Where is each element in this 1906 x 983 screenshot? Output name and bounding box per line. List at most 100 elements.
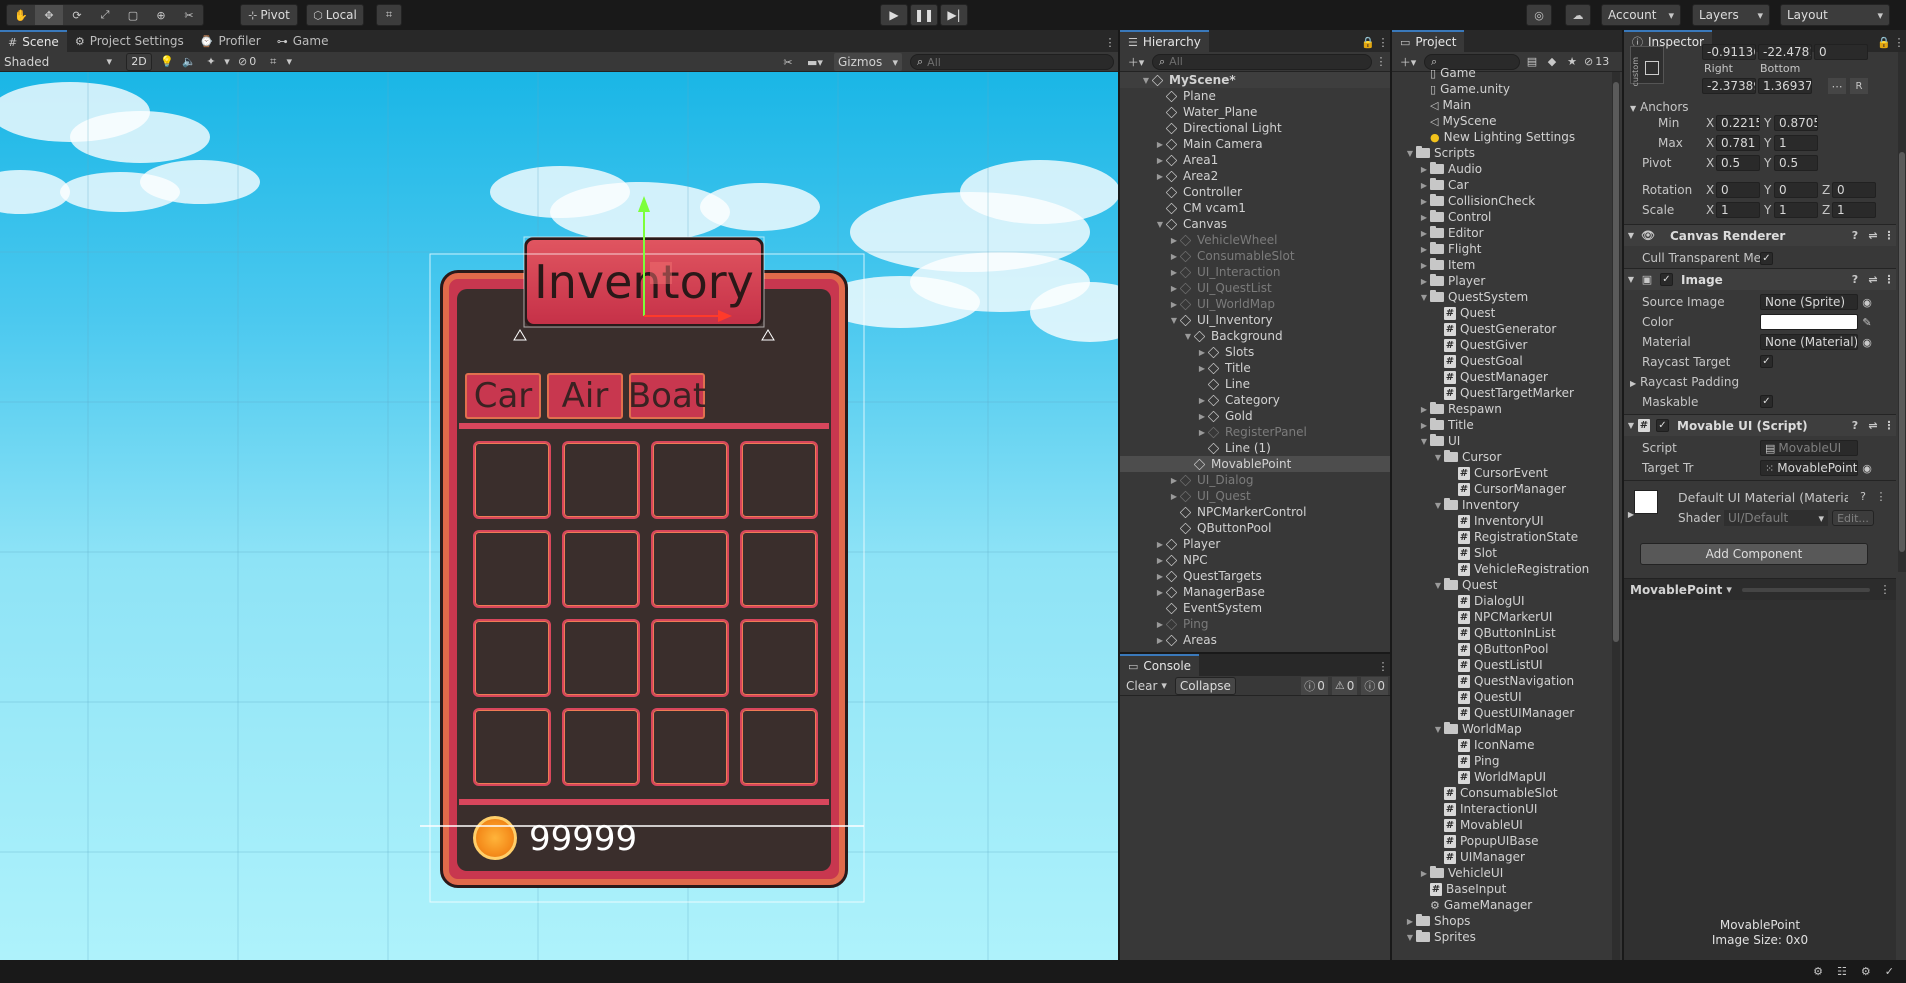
help-icon[interactable]: ?: [1846, 229, 1864, 242]
chevron-right-icon[interactable]: ▶: [1418, 229, 1430, 238]
inventory-slot[interactable]: [740, 708, 818, 786]
anchors-label[interactable]: ▼ Anchors: [1630, 100, 1689, 114]
project-item[interactable]: # IconName: [1392, 737, 1614, 753]
project-item[interactable]: # QuestTargetMarker: [1392, 385, 1614, 401]
eyedropper-icon[interactable]: ✎: [1860, 314, 1874, 330]
chevron-right-icon[interactable]: ▶: [1418, 277, 1430, 286]
camera-icon[interactable]: ▬▾: [802, 53, 828, 71]
inventory-slot[interactable]: [473, 619, 551, 697]
project-item[interactable]: # NPCMarkerUI: [1392, 609, 1614, 625]
project-scrollbar-thumb[interactable]: [1613, 82, 1619, 642]
inventory-slot[interactable]: [740, 530, 818, 608]
chevron-down-icon[interactable]: ▼: [1418, 293, 1430, 302]
gizmos-dropdown[interactable]: Gizmos ▾: [834, 53, 902, 71]
audio-icon[interactable]: 🔈: [178, 53, 200, 71]
pivot-y-field[interactable]: 0.5: [1774, 155, 1818, 171]
project-item[interactable]: # QButtonPool: [1392, 641, 1614, 657]
hierarchy-item[interactable]: ▶ UI_Quest: [1120, 488, 1390, 504]
raycast-target-checkbox[interactable]: ✓: [1760, 355, 1773, 368]
rot-z-field[interactable]: 0: [1832, 182, 1876, 198]
raycast-padding-foldout[interactable]: ▶ Raycast Padding: [1630, 375, 1739, 389]
project-item[interactable]: # QuestGiver: [1392, 337, 1614, 353]
lock-icon[interactable]: 🔒: [1876, 32, 1892, 52]
hierarchy-item[interactable]: ▼ UI_Inventory: [1120, 312, 1390, 328]
hidden-objects-toggle[interactable]: ⊘ 0: [238, 53, 256, 71]
image-component-header[interactable]: ▼ ▣ ✓ Image ? ⇌ ⋮: [1624, 268, 1896, 290]
chevron-right-icon[interactable]: ▶: [1418, 165, 1430, 174]
hierarchy-item[interactable]: MovablePoint: [1120, 456, 1390, 472]
project-item[interactable]: ⚙ GameManager: [1392, 897, 1614, 913]
project-item[interactable]: # UIManager: [1392, 849, 1614, 865]
tab-console[interactable]: ▭ Console: [1120, 654, 1200, 676]
anchor-preset-button[interactable]: custom: [1630, 46, 1664, 86]
preset-icon[interactable]: ⇌: [1864, 273, 1882, 286]
project-item[interactable]: ▶ Audio: [1392, 161, 1614, 177]
chevron-down-icon[interactable]: ▼: [1432, 453, 1444, 462]
component-menu-icon[interactable]: ⋮: [1882, 419, 1896, 432]
chevron-right-icon[interactable]: ▶: [1154, 636, 1166, 645]
tab-profiler[interactable]: ⌚ Profiler: [192, 30, 269, 52]
hierarchy-item[interactable]: Line (1): [1120, 440, 1390, 456]
collab-button[interactable]: ◎: [1526, 4, 1552, 26]
chevron-down-icon[interactable]: ▼: [1432, 725, 1444, 734]
chevron-right-icon[interactable]: ▶: [1168, 476, 1180, 485]
chevron-down-icon[interactable]: ▼: [1182, 332, 1194, 341]
component-menu-icon[interactable]: ⋮: [1880, 583, 1891, 596]
project-item[interactable]: ▼ WorldMap: [1392, 721, 1614, 737]
rect-tool-icon[interactable]: ▢: [119, 5, 147, 25]
bottom-field[interactable]: 1.36937: [1758, 78, 1812, 94]
project-item[interactable]: ▼ Inventory: [1392, 497, 1614, 513]
project-item[interactable]: ▯ Game: [1392, 65, 1614, 81]
chevron-down-icon[interactable]: ▾: [284, 53, 294, 71]
pos-y-field[interactable]: -22.4781: [1758, 44, 1812, 60]
rot-x-field[interactable]: 0: [1716, 182, 1760, 198]
pos-x-field[interactable]: -0.91136: [1702, 44, 1756, 60]
chevron-right-icon[interactable]: ▶: [1154, 572, 1166, 581]
project-item[interactable]: ▶ Flight: [1392, 241, 1614, 257]
hierarchy-item[interactable]: ▶ UI_Dialog: [1120, 472, 1390, 488]
inspector-scrollbar[interactable]: [1898, 52, 1906, 572]
chevron-right-icon[interactable]: ▶: [1168, 252, 1180, 261]
object-picker-icon[interactable]: ◉: [1860, 334, 1874, 350]
tab-menu-icon[interactable]: ⋮: [1376, 32, 1390, 52]
inventory-slot[interactable]: [651, 708, 729, 786]
hierarchy-item[interactable]: ▶ UI_Interaction: [1120, 264, 1390, 280]
info-filter[interactable]: ⓘ 0: [1301, 676, 1328, 695]
project-item[interactable]: # CursorEvent: [1392, 465, 1614, 481]
inventory-slot[interactable]: [473, 708, 551, 786]
hierarchy-item[interactable]: ▼ Canvas: [1120, 216, 1390, 232]
project-item[interactable]: ▶ Control: [1392, 209, 1614, 225]
project-item[interactable]: # Slot: [1392, 545, 1614, 561]
min-y-field[interactable]: 0.8705: [1774, 115, 1818, 131]
chevron-right-icon[interactable]: ▶: [1418, 181, 1430, 190]
hierarchy-item[interactable]: ▼ Background: [1120, 328, 1390, 344]
category-tab-car[interactable]: Car: [465, 373, 541, 419]
tab-menu-icon[interactable]: ⋮: [1376, 656, 1390, 676]
local-toggle[interactable]: ⬡ Local: [306, 4, 364, 26]
chevron-down-icon[interactable]: ▾: [222, 53, 232, 71]
inventory-slot[interactable]: [473, 441, 551, 519]
project-item[interactable]: ▶ Title: [1392, 417, 1614, 433]
inventory-slot[interactable]: [562, 619, 640, 697]
hierarchy-item[interactable]: ▶ Ping: [1120, 616, 1390, 632]
hierarchy-item[interactable]: ▶ NPC: [1120, 552, 1390, 568]
project-item[interactable]: # VehicleRegistration: [1392, 561, 1614, 577]
chevron-right-icon[interactable]: ▶: [1196, 364, 1208, 373]
shader-dropdown[interactable]: UI/Default ▾: [1724, 510, 1828, 526]
inventory-slot[interactable]: [651, 530, 729, 608]
scale-x-field[interactable]: 1: [1716, 202, 1760, 218]
inventory-slot[interactable]: [562, 530, 640, 608]
transform-tool-icon[interactable]: ⊕: [147, 5, 175, 25]
hierarchy-item[interactable]: ▶ VehicleWheel: [1120, 232, 1390, 248]
hierarchy-item[interactable]: Water_Plane: [1120, 104, 1390, 120]
chevron-down-icon[interactable]: ▼: [1404, 149, 1416, 158]
chevron-right-icon[interactable]: ▶: [1154, 172, 1166, 181]
chevron-down-icon[interactable]: ▼: [1404, 933, 1416, 942]
grid-toggle-icon[interactable]: ⌗: [262, 53, 284, 71]
hierarchy-item[interactable]: ▶ Main Camera: [1120, 136, 1390, 152]
project-item[interactable]: # QuestNavigation: [1392, 673, 1614, 689]
material-field[interactable]: None (Material): [1760, 334, 1858, 350]
project-item[interactable]: # PopupUIBase: [1392, 833, 1614, 849]
chevron-right-icon[interactable]: ▶: [1626, 510, 1636, 519]
inventory-slot[interactable]: [651, 619, 729, 697]
